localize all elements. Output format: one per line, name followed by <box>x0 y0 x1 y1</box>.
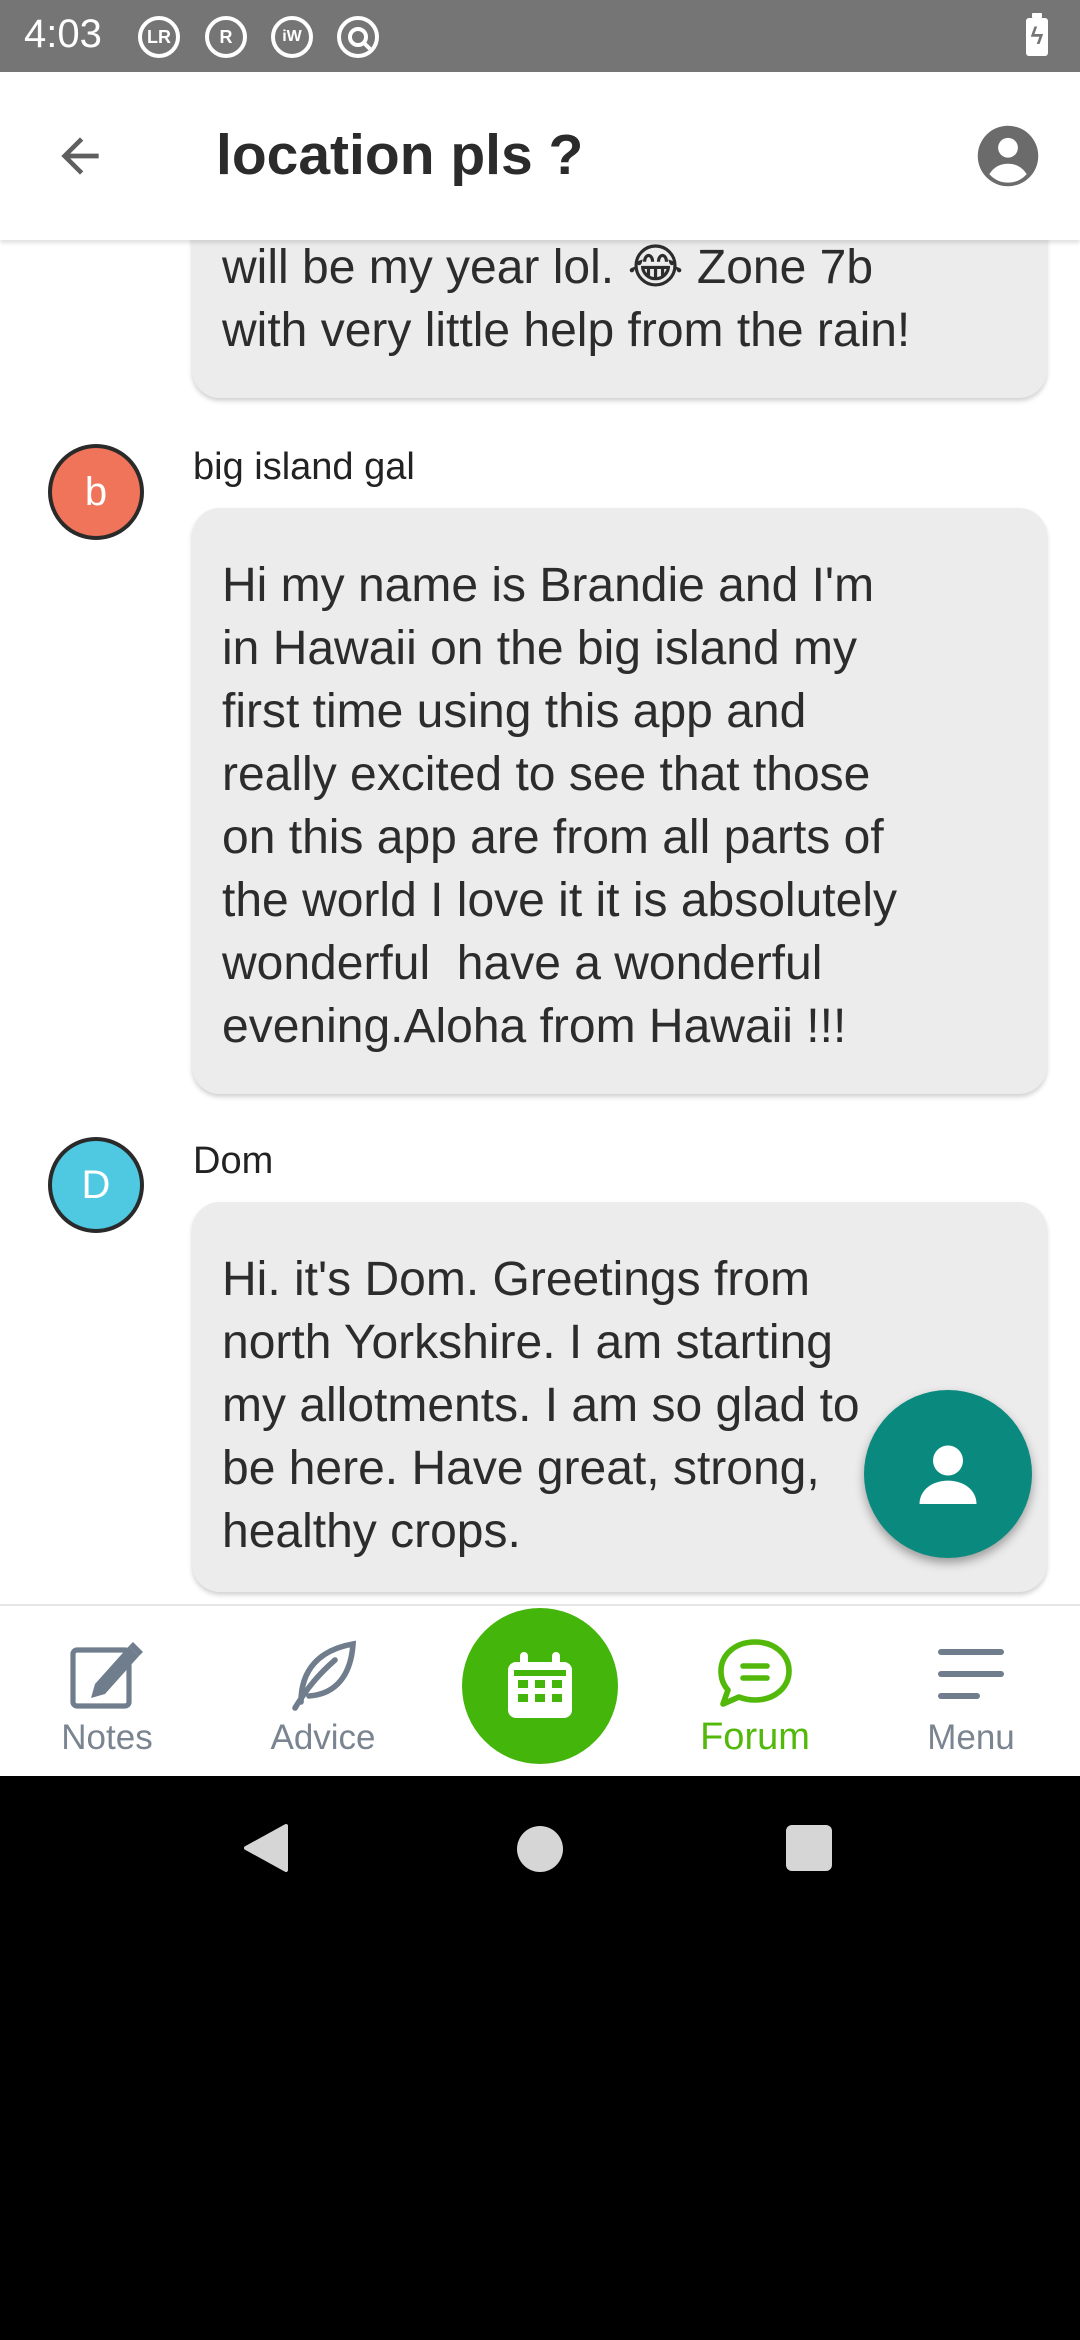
nav-label: Notes <box>61 1718 153 1757</box>
chat-bubble-icon <box>710 1634 800 1714</box>
nav-label: Forum <box>700 1716 810 1758</box>
status-bar: 4:03 LR R iW ϟ <box>0 0 1080 72</box>
avatar[interactable]: b <box>48 444 144 540</box>
nav-item-advice[interactable]: Advice <box>233 1606 413 1776</box>
leaf-icon <box>278 1634 368 1714</box>
back-button[interactable] <box>40 116 120 196</box>
iw-notification-icon: iW <box>271 16 313 58</box>
arrow-left-icon <box>61 137 99 175</box>
nav-item-notes[interactable]: Notes <box>17 1606 197 1776</box>
avatar[interactable]: D <box>48 1137 144 1233</box>
author-name: Dom <box>193 1140 274 1182</box>
message-text: will be my year lol. <box>222 241 628 294</box>
page-title: location pls ? <box>216 123 584 187</box>
laughing-emoji-icon: 😂 <box>627 241 684 294</box>
calendar-button[interactable] <box>462 1608 618 1764</box>
battery-charging-icon: ϟ <box>1026 13 1048 56</box>
status-time: 4:03 <box>24 12 102 56</box>
nav-label: Advice <box>270 1718 376 1757</box>
no-sign-icon <box>337 16 379 58</box>
author-name: big island gal <box>193 446 415 488</box>
hamburger-menu-icon <box>926 1634 1016 1714</box>
nav-label: Menu <box>927 1718 1015 1757</box>
nav-item-forum[interactable]: Forum <box>665 1606 845 1776</box>
account-circle-icon <box>977 125 1039 187</box>
system-home-icon[interactable] <box>517 1826 563 1872</box>
message-bubble: will be my year lol. 😂 Zone 7b with very… <box>192 240 1047 398</box>
fab-person-button[interactable] <box>864 1390 1032 1558</box>
person-icon <box>919 1445 977 1504</box>
message-text: Hi. it's Dom. Greetings from north Yorks… <box>222 1253 860 1558</box>
forum-thread-screen: location pls ? will be my year lol. 😂 Zo… <box>0 72 1080 1776</box>
r-notification-icon: R <box>205 16 247 58</box>
profile-button[interactable] <box>970 118 1046 194</box>
message-text: Hi my name is Brandie and I'm in Hawaii … <box>222 559 897 1053</box>
calendar-icon <box>508 1652 572 1718</box>
nav-item-menu[interactable]: Menu <box>881 1606 1061 1776</box>
system-recents-icon[interactable] <box>786 1825 832 1871</box>
top-app-bar: location pls ? <box>0 72 1080 240</box>
message-bubble: Hi my name is Brandie and I'm in Hawaii … <box>192 508 1047 1094</box>
lr-notification-icon: LR <box>138 16 180 58</box>
system-navigation-bar <box>0 1776 1080 1920</box>
system-back-icon[interactable] <box>240 1822 290 1874</box>
notes-edit-icon <box>62 1634 152 1714</box>
